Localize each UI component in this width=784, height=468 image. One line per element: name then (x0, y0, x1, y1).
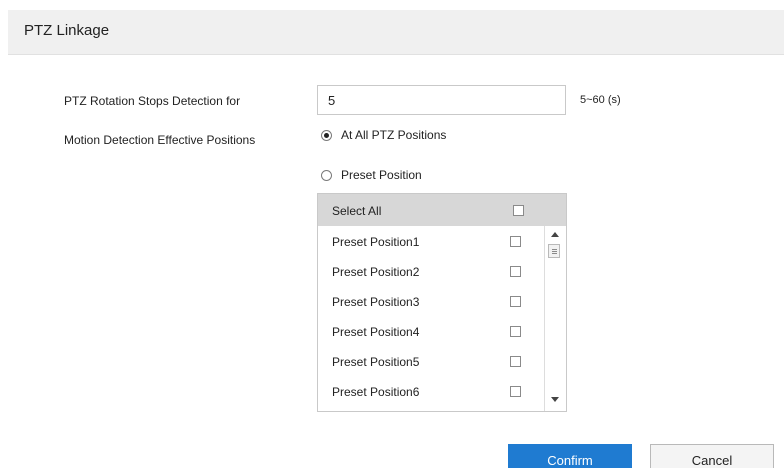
select-all-label: Select All (332, 204, 382, 218)
option-all-label: At All PTZ Positions (341, 128, 447, 142)
preset-checkbox[interactable] (510, 266, 521, 277)
preset-checkbox[interactable] (510, 356, 521, 367)
page-title: PTZ Linkage (24, 22, 110, 39)
cancel-button[interactable]: Cancel (650, 444, 774, 468)
rotation-stop-input[interactable] (317, 85, 566, 115)
preset-label: Preset Position2 (332, 265, 420, 279)
list-item: Preset Position6 (318, 376, 544, 406)
rotation-stop-range-hint: 5~60 (s) (580, 94, 621, 106)
preset-label: Preset Position4 (332, 325, 420, 339)
panel-header: PTZ Linkage (8, 10, 784, 55)
option-all-ptz-positions[interactable]: At All PTZ Positions (321, 128, 446, 142)
radio-preset-position[interactable] (321, 169, 332, 181)
list-header: Select All (318, 194, 566, 226)
list-item: Preset Position2 (318, 256, 544, 286)
option-preset-position[interactable]: Preset Position (321, 168, 422, 182)
ptz-linkage-panel: PTZ Linkage PTZ Rotation Stops Detection… (0, 0, 784, 468)
scroll-down-arrow-icon[interactable] (551, 397, 559, 402)
list-scrollbar[interactable] (544, 226, 566, 411)
preset-rows: Preset Position1 Preset Position2 Preset… (318, 226, 544, 411)
preset-label: Preset Position3 (332, 295, 420, 309)
list-item: Preset Position5 (318, 346, 544, 376)
preset-position-list: Select All Preset Position1 Preset Posit… (317, 193, 567, 412)
rotation-stop-label: PTZ Rotation Stops Detection for (64, 94, 241, 108)
list-item: Preset Position3 (318, 286, 544, 316)
list-item: Preset Position1 (318, 226, 544, 256)
effective-positions-label: Motion Detection Effective Positions (64, 133, 256, 147)
select-all-checkbox[interactable] (513, 205, 524, 216)
list-item: Preset Position4 (318, 316, 544, 346)
scroll-thumb[interactable] (548, 244, 560, 258)
preset-label: Preset Position6 (332, 385, 420, 399)
preset-checkbox[interactable] (510, 326, 521, 337)
preset-checkbox[interactable] (510, 386, 521, 397)
preset-label: Preset Position5 (332, 355, 420, 369)
radio-all-positions[interactable] (321, 129, 332, 141)
scroll-up-arrow-icon[interactable] (551, 232, 559, 237)
preset-checkbox[interactable] (510, 236, 521, 247)
confirm-button[interactable]: Confirm (508, 444, 632, 468)
preset-checkbox[interactable] (510, 296, 521, 307)
preset-label: Preset Position1 (332, 235, 420, 249)
option-preset-label: Preset Position (341, 168, 422, 182)
